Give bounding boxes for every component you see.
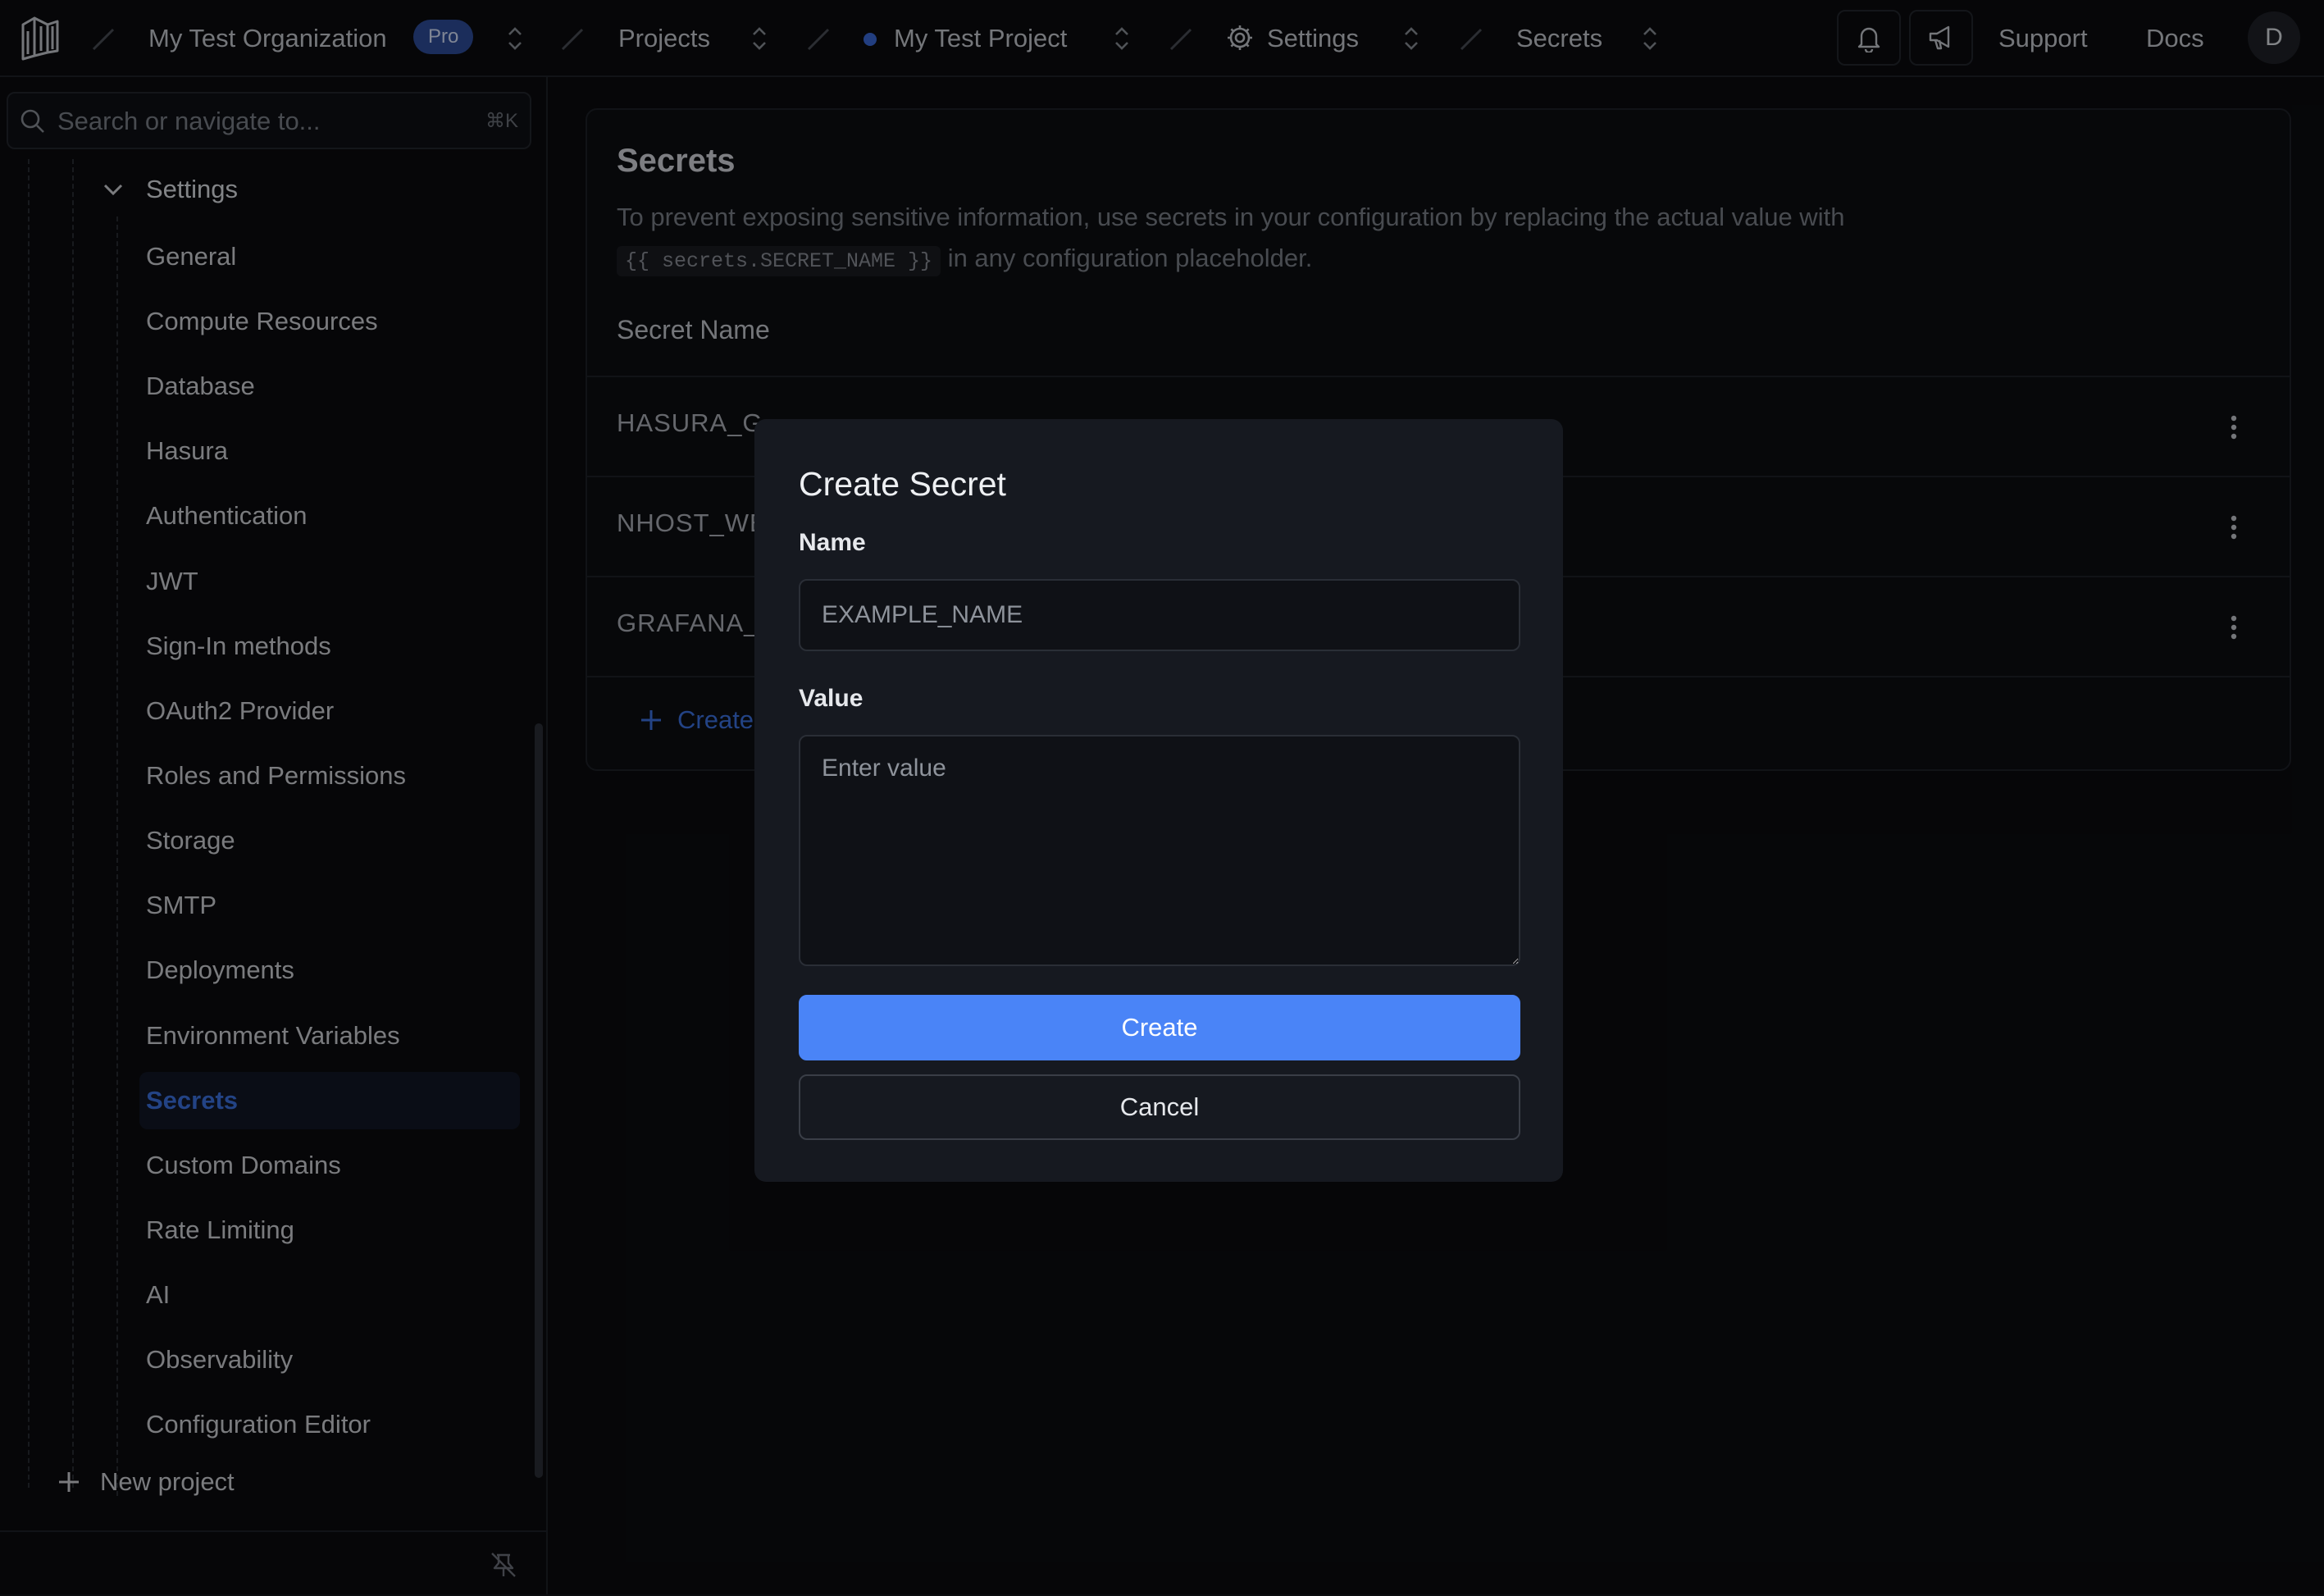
name-label: Name bbox=[799, 529, 866, 556]
create-secret-dialog: Create Secret Name Value Create Cancel bbox=[754, 419, 1563, 1182]
value-textarea[interactable] bbox=[799, 735, 1520, 966]
cancel-button[interactable]: Cancel bbox=[799, 1074, 1520, 1140]
create-button[interactable]: Create bbox=[799, 995, 1520, 1060]
name-input[interactable] bbox=[799, 579, 1520, 651]
value-label: Value bbox=[799, 685, 864, 712]
dialog-title: Create Secret bbox=[799, 465, 1006, 503]
